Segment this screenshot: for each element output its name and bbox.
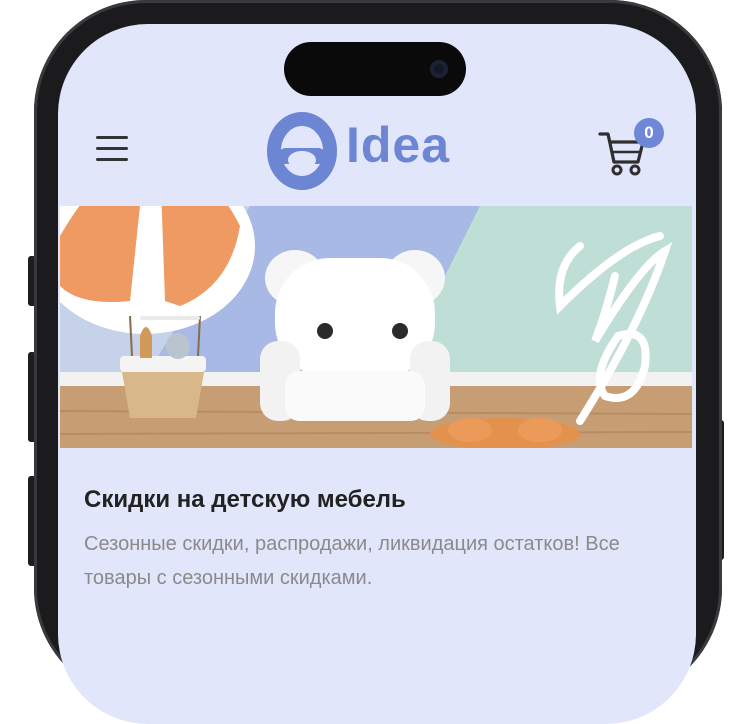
camera-icon: [430, 60, 448, 78]
phone-screen: Idea 0 Скидки на детскую мебель Сезонные…: [58, 24, 696, 724]
logo-text: Idea: [346, 117, 451, 173]
hamburger-menu-icon[interactable]: [96, 136, 130, 162]
logo[interactable]: Idea: [264, 108, 484, 194]
promo-title: Скидки на детскую мебель: [84, 486, 406, 513]
dynamic-island: [284, 42, 466, 96]
promo-banner[interactable]: [60, 206, 692, 448]
logo-mark-icon: [267, 112, 337, 190]
kids-furniture-sale-banner: [60, 206, 692, 448]
cart-button[interactable]: 0: [598, 118, 668, 180]
cart-count-badge: 0: [634, 118, 664, 148]
promo-description: Сезонные скидки, распродажи, ликвидация …: [84, 533, 620, 589]
